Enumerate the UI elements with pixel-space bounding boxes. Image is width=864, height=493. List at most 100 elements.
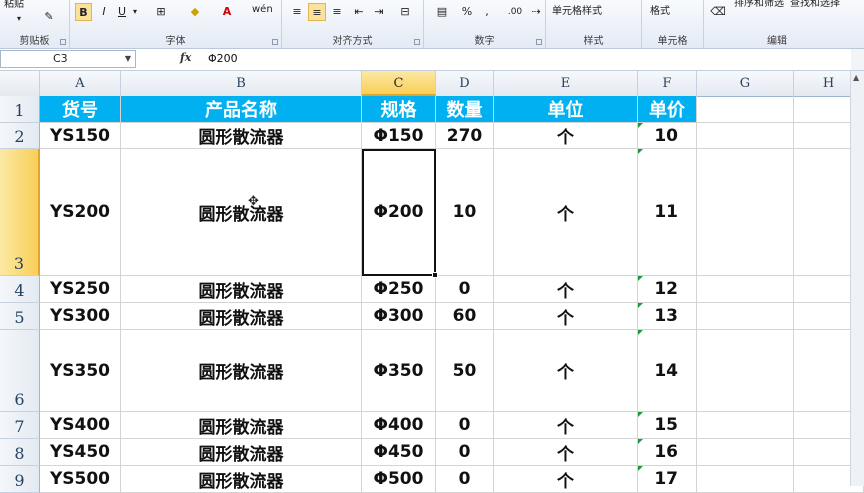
cell-f6[interactable]: 14 bbox=[638, 330, 697, 412]
row-header-8[interactable]: 8 bbox=[0, 439, 40, 466]
cell-e8[interactable]: 个 bbox=[494, 439, 638, 466]
cell-f5[interactable]: 13 bbox=[638, 303, 697, 330]
sort-filter-button[interactable]: 排序和筛选 bbox=[734, 0, 784, 13]
paste-dropdown-icon[interactable]: ▾ bbox=[12, 10, 26, 28]
cell-f8[interactable]: 16 bbox=[638, 439, 697, 466]
cell-b3[interactable]: 圆形散流器 bbox=[121, 149, 362, 276]
column-header-c[interactable]: C bbox=[362, 71, 436, 96]
cell-b2[interactable]: 圆形散流器 bbox=[121, 123, 362, 149]
number-launcher-icon[interactable] bbox=[536, 39, 542, 45]
cell-f7[interactable]: 15 bbox=[638, 412, 697, 439]
percent-button[interactable]: % bbox=[458, 3, 476, 21]
border-icon[interactable]: ⊞ bbox=[150, 3, 172, 21]
cell-d2[interactable]: 270 bbox=[436, 123, 494, 149]
scroll-up-icon[interactable]: ▲ bbox=[853, 73, 859, 82]
cell-c7[interactable]: Φ400 bbox=[362, 412, 436, 439]
increase-decimal-button[interactable]: .00 bbox=[504, 3, 526, 21]
cell-a2[interactable]: YS150 bbox=[40, 123, 121, 149]
cell-e1[interactable]: 单位 bbox=[494, 96, 638, 123]
align-center-icon[interactable]: ≡ bbox=[308, 3, 326, 21]
cell-c9[interactable]: Φ500 bbox=[362, 466, 436, 493]
format-painter-icon[interactable]: ✎ bbox=[40, 8, 58, 26]
fill-handle[interactable] bbox=[432, 272, 438, 278]
cell-g6[interactable] bbox=[697, 330, 794, 412]
cell-b5[interactable]: 圆形散流器 bbox=[121, 303, 362, 330]
cell-a4[interactable]: YS250 bbox=[40, 276, 121, 303]
cell-f1[interactable]: 单价 bbox=[638, 96, 697, 123]
row-header-4[interactable]: 4 bbox=[0, 276, 40, 303]
column-header-e[interactable]: E bbox=[494, 71, 638, 96]
cell-a9[interactable]: YS500 bbox=[40, 466, 121, 493]
bold-button[interactable]: B bbox=[75, 3, 92, 21]
cell-b9[interactable]: 圆形散流器 bbox=[121, 466, 362, 493]
formula-input[interactable]: Φ200 bbox=[208, 49, 238, 69]
cell-a1[interactable]: 货号 bbox=[40, 96, 121, 123]
cell-c1[interactable]: 规格 bbox=[362, 96, 436, 123]
cell-c2[interactable]: Φ150 bbox=[362, 123, 436, 149]
cell-g3[interactable] bbox=[697, 149, 794, 276]
cell-b1[interactable]: 产品名称 bbox=[121, 96, 362, 123]
column-header-a[interactable]: A bbox=[40, 71, 121, 96]
underline-button[interactable]: U bbox=[114, 3, 130, 21]
cell-e2[interactable]: 个 bbox=[494, 123, 638, 149]
vertical-scrollbar[interactable]: ▲ bbox=[850, 71, 864, 486]
cell-e9[interactable]: 个 bbox=[494, 466, 638, 493]
cell-g4[interactable] bbox=[697, 276, 794, 303]
find-select-button[interactable]: 查找和选择 bbox=[790, 0, 840, 13]
row-header-6[interactable]: 6 bbox=[0, 330, 40, 412]
row-header-7[interactable]: 7 bbox=[0, 412, 40, 439]
cell-e4[interactable]: 个 bbox=[494, 276, 638, 303]
align-right-icon[interactable]: ≡ bbox=[328, 3, 346, 21]
format-button[interactable]: 格式 bbox=[650, 3, 670, 21]
cell-d9[interactable]: 0 bbox=[436, 466, 494, 493]
font-color-icon[interactable]: A bbox=[216, 3, 238, 21]
cell-b8[interactable]: 圆形散流器 bbox=[121, 439, 362, 466]
cell-d4[interactable]: 0 bbox=[436, 276, 494, 303]
column-header-d[interactable]: D bbox=[436, 71, 494, 96]
cell-e7[interactable]: 个 bbox=[494, 412, 638, 439]
formula-bar-expand-icon[interactable] bbox=[851, 49, 864, 70]
cell-b6[interactable]: 圆形散流器 bbox=[121, 330, 362, 412]
column-header-b[interactable]: B bbox=[121, 71, 362, 96]
cell-d3[interactable]: 10 bbox=[436, 149, 494, 276]
cell-f4[interactable]: 12 bbox=[638, 276, 697, 303]
cell-c5[interactable]: Φ300 bbox=[362, 303, 436, 330]
cell-f3[interactable]: 11 bbox=[638, 149, 697, 276]
insert-function-button[interactable]: fx bbox=[180, 51, 191, 64]
cell-styles-button[interactable]: 单元格样式 bbox=[552, 3, 602, 21]
select-all-corner[interactable] bbox=[0, 71, 40, 96]
decrease-indent-icon[interactable]: ⇤ bbox=[350, 3, 368, 21]
phonetic-button[interactable]: wén bbox=[252, 1, 273, 19]
name-box-dropdown-icon[interactable]: ▼ bbox=[125, 51, 131, 67]
cell-e6[interactable]: 个 bbox=[494, 330, 638, 412]
cell-c3[interactable]: Φ200 bbox=[362, 149, 436, 276]
cell-g2[interactable] bbox=[697, 123, 794, 149]
italic-button[interactable]: I bbox=[96, 3, 112, 21]
accounting-format-icon[interactable]: ▤ bbox=[430, 3, 454, 21]
cell-d5[interactable]: 60 bbox=[436, 303, 494, 330]
cell-g1[interactable] bbox=[697, 96, 794, 123]
cell-c8[interactable]: Φ450 bbox=[362, 439, 436, 466]
cell-a5[interactable]: YS300 bbox=[40, 303, 121, 330]
cell-c6[interactable]: Φ350 bbox=[362, 330, 436, 412]
cell-e3[interactable]: 个 bbox=[494, 149, 638, 276]
cell-g8[interactable] bbox=[697, 439, 794, 466]
fill-color-icon[interactable]: ◆ bbox=[184, 3, 206, 21]
row-header-3[interactable]: 3 bbox=[0, 149, 40, 276]
font-launcher-icon[interactable] bbox=[272, 39, 278, 45]
merge-center-icon[interactable]: ⊟ bbox=[394, 3, 416, 21]
decrease-decimal-icon[interactable]: ⇢ bbox=[528, 3, 544, 21]
underline-dropdown-icon[interactable]: ▾ bbox=[130, 3, 140, 21]
column-header-g[interactable]: G bbox=[697, 71, 794, 96]
row-header-5[interactable]: 5 bbox=[0, 303, 40, 330]
clear-eraser-icon[interactable]: ⌫ bbox=[708, 3, 728, 21]
cell-c4[interactable]: Φ250 bbox=[362, 276, 436, 303]
row-header-1[interactable]: 1 bbox=[0, 96, 40, 123]
column-header-f[interactable]: F bbox=[638, 71, 697, 96]
alignment-launcher-icon[interactable] bbox=[414, 39, 420, 45]
cell-g5[interactable] bbox=[697, 303, 794, 330]
cell-a6[interactable]: YS350 bbox=[40, 330, 121, 412]
row-header-2[interactable]: 2 bbox=[0, 123, 40, 149]
cell-d8[interactable]: 0 bbox=[436, 439, 494, 466]
cell-a8[interactable]: YS450 bbox=[40, 439, 121, 466]
